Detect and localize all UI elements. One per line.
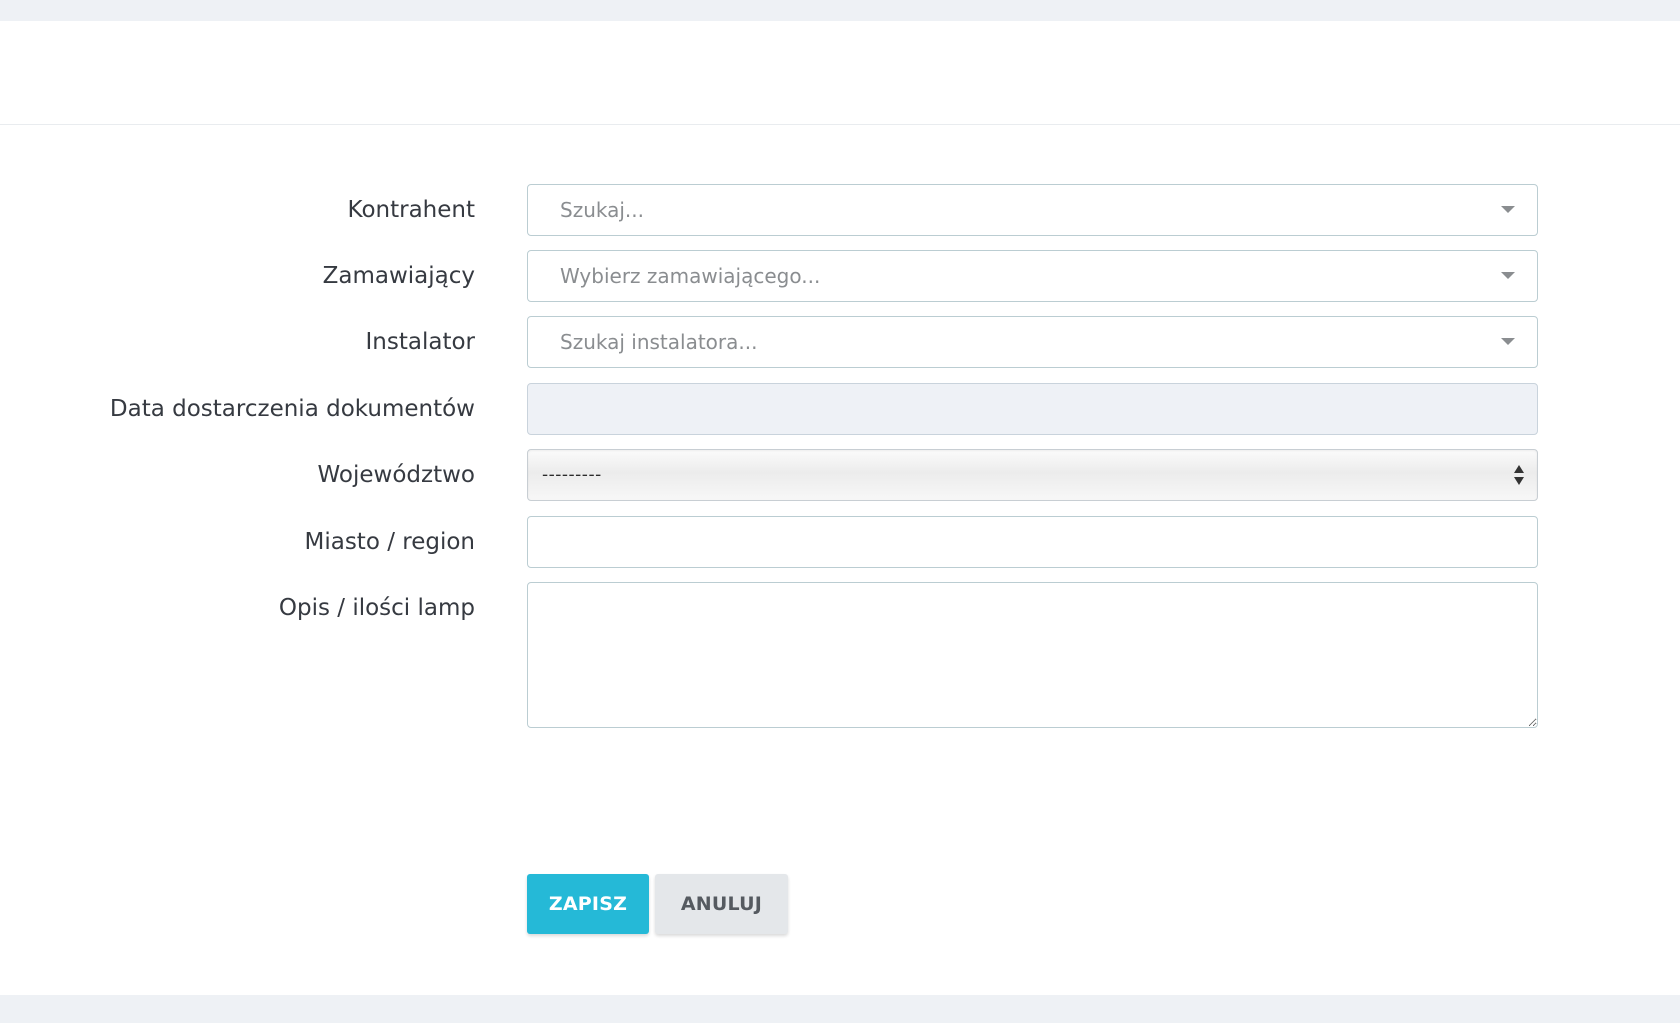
- field-row-opis: Opis / ilości lamp: [0, 582, 1680, 728]
- data-dostarczenia-label: Data dostarczenia dokumentów: [109, 396, 475, 422]
- zamawiajacy-label: Zamawiający: [322, 263, 475, 289]
- chevron-down-icon: [1501, 206, 1515, 213]
- kontrahent-select[interactable]: Szukaj...: [527, 184, 1538, 236]
- miasto-input[interactable]: [527, 516, 1538, 568]
- instalator-placeholder: Szukaj instalatora...: [560, 330, 758, 354]
- field-row-miasto: Miasto / region: [0, 516, 1680, 568]
- field-row-instalator: Instalator Szukaj instalatora...: [0, 316, 1680, 368]
- wojewodztwo-selected-value: ---------: [542, 465, 602, 485]
- instalator-select[interactable]: Szukaj instalatora...: [527, 316, 1538, 368]
- wojewodztwo-select[interactable]: ---------: [527, 449, 1538, 501]
- zamawiajacy-placeholder: Wybierz zamawiającego...: [560, 264, 821, 288]
- kontrahent-placeholder: Szukaj...: [560, 198, 644, 222]
- form-card: [0, 21, 1680, 995]
- card-header: [0, 21, 1680, 125]
- opis-textarea[interactable]: [527, 582, 1538, 728]
- field-row-kontrahent: Kontrahent Szukaj...: [0, 184, 1680, 236]
- data-dostarczenia-field: [527, 383, 1538, 435]
- field-row-wojewodztwo: Województwo ---------: [0, 449, 1680, 501]
- kontrahent-label: Kontrahent: [347, 197, 475, 223]
- zamawiajacy-select[interactable]: Wybierz zamawiającego...: [527, 250, 1538, 302]
- up-down-arrows-icon: [1513, 465, 1525, 487]
- instalator-label: Instalator: [365, 329, 476, 355]
- opis-label: Opis / ilości lamp: [278, 595, 475, 621]
- wojewodztwo-label: Województwo: [317, 462, 475, 488]
- cancel-button[interactable]: ANULUJ: [655, 874, 788, 934]
- save-button[interactable]: ZAPISZ: [527, 874, 649, 934]
- chevron-down-icon: [1501, 338, 1515, 345]
- chevron-down-icon: [1501, 272, 1515, 279]
- field-row-data-dostarczenia: Data dostarczenia dokumentów: [0, 383, 1680, 435]
- miasto-label: Miasto / region: [304, 529, 475, 555]
- field-row-zamawiajacy: Zamawiający Wybierz zamawiającego...: [0, 250, 1680, 302]
